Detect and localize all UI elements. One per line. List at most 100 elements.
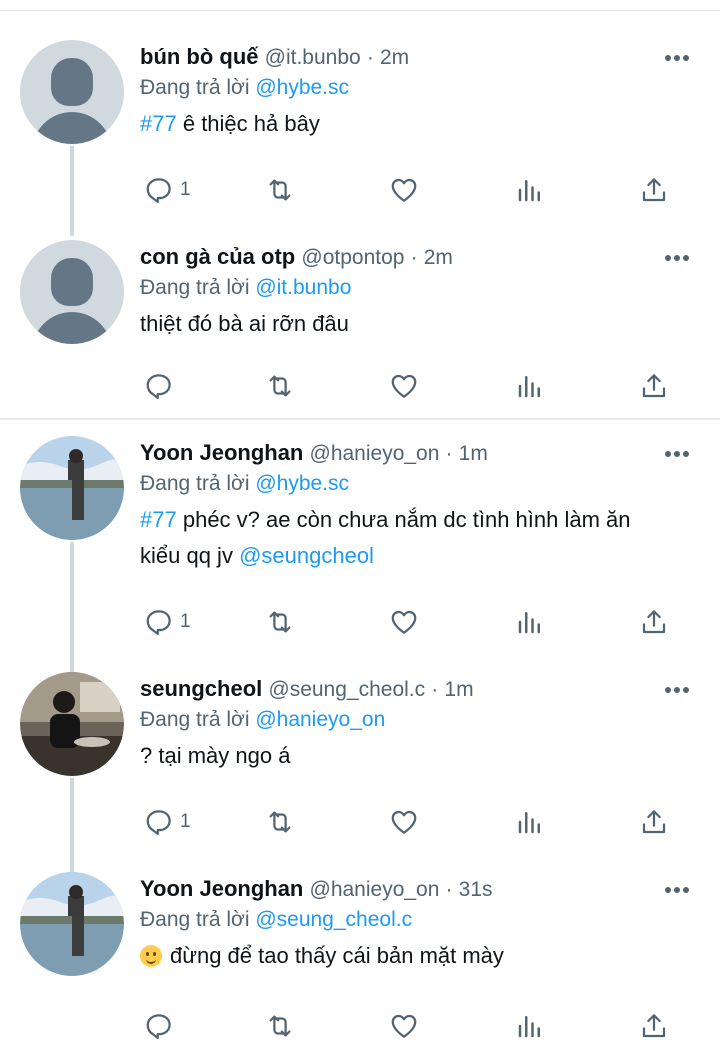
views-button[interactable] (515, 602, 545, 642)
timestamp[interactable]: 2m (424, 246, 453, 269)
share-icon (642, 178, 666, 202)
share-button[interactable] (639, 1006, 669, 1046)
reply-icon (146, 178, 171, 203)
more-icon[interactable] (664, 886, 690, 894)
timestamp[interactable]: 1m (444, 678, 473, 701)
views-icon (518, 812, 540, 834)
heart-icon (391, 374, 417, 398)
share-button[interactable] (639, 170, 669, 210)
display-name[interactable]: Yoon Jeonghan (140, 440, 303, 465)
action-bar: 1 (140, 602, 700, 642)
views-icon (518, 376, 540, 398)
share-button[interactable] (639, 602, 669, 642)
display-name[interactable]: con gà của otp (140, 244, 295, 269)
separator-dot: · (445, 442, 453, 465)
thread-divider (0, 418, 720, 420)
timestamp[interactable]: 31s (459, 878, 493, 901)
more-icon[interactable] (664, 54, 690, 62)
display-name[interactable]: seungcheol (140, 676, 262, 701)
tweet-text: #77 ê thiệc hả bây (140, 106, 700, 142)
more-icon[interactable] (664, 686, 690, 694)
replying-to-mention[interactable]: @hanieyo_on (255, 708, 385, 731)
thread-line (70, 778, 74, 872)
share-icon (642, 810, 666, 834)
like-button[interactable] (389, 1006, 419, 1046)
action-bar (140, 1006, 700, 1046)
more-icon[interactable] (664, 450, 690, 458)
retweet-icon (269, 179, 291, 201)
tweet-text: đừng để tao thấy cái bản mặt mày (140, 938, 700, 974)
replying-to-mention[interactable]: @it.bunbo (255, 276, 351, 299)
timestamp[interactable]: 2m (380, 46, 409, 69)
reply-button[interactable]: 1 (144, 802, 191, 842)
replying-to-label: Đang trả lời (140, 472, 250, 495)
timestamp[interactable]: 1m (459, 442, 488, 465)
like-button[interactable] (389, 602, 419, 642)
share-button[interactable] (639, 802, 669, 842)
reply-icon (146, 374, 171, 399)
retweet-icon (269, 375, 291, 397)
slightly-smiling-face-icon (140, 945, 162, 967)
views-icon (518, 180, 540, 202)
reply-button[interactable] (144, 366, 174, 406)
reply-icon (146, 810, 171, 835)
handle[interactable]: @otpontop (301, 246, 404, 269)
avatar[interactable] (20, 872, 124, 976)
views-button[interactable] (515, 366, 545, 406)
views-button[interactable] (515, 1006, 545, 1046)
handle[interactable]: @it.bunbo (265, 46, 361, 69)
share-icon (642, 1014, 666, 1038)
retweet-button[interactable] (265, 1006, 295, 1046)
replying-to-label: Đang trả lời (140, 908, 250, 931)
views-icon (518, 612, 540, 634)
handle[interactable]: @hanieyo_on (310, 878, 440, 901)
retweet-button[interactable] (265, 602, 295, 642)
display-name[interactable]: Yoon Jeonghan (140, 876, 303, 901)
avatar[interactable] (20, 672, 124, 776)
hashtag[interactable]: #77 (140, 111, 177, 136)
tweet-text: ? tại mày ngo á (140, 738, 700, 774)
reply-button[interactable]: 1 (144, 170, 191, 210)
like-button[interactable] (389, 366, 419, 406)
reply-icon (146, 1014, 171, 1039)
tweet-body: đừng để tao thấy cái bản mặt mày (170, 943, 504, 968)
display-name[interactable]: bún bò quế (140, 44, 259, 69)
replying-to-label: Đang trả lời (140, 708, 250, 731)
thread-line (70, 146, 74, 236)
mention-link[interactable]: @seungcheol (239, 543, 374, 568)
views-button[interactable] (515, 802, 545, 842)
retweet-icon (269, 611, 291, 633)
thread-line (70, 542, 74, 674)
heart-icon (391, 810, 417, 834)
reply-button[interactable]: 1 (144, 602, 191, 642)
replying-to-mention[interactable]: @hybe.sc (255, 472, 349, 495)
retweet-button[interactable] (265, 366, 295, 406)
replying-to: Đang trả lời @hybe.sc (140, 74, 700, 102)
replying-to-mention[interactable]: @hybe.sc (255, 76, 349, 99)
views-button[interactable] (515, 170, 545, 210)
retweet-button[interactable] (265, 170, 295, 210)
reply-button[interactable] (144, 1006, 174, 1046)
avatar[interactable] (20, 240, 124, 344)
like-button[interactable] (389, 802, 419, 842)
replying-to: Đang trả lời @seung_cheol.c (140, 906, 700, 934)
share-icon (642, 610, 666, 634)
handle[interactable]: @seung_cheol.c (268, 678, 425, 701)
like-button[interactable] (389, 170, 419, 210)
avatar[interactable] (20, 40, 124, 144)
separator-dot: · (445, 878, 453, 901)
retweet-button[interactable] (265, 802, 295, 842)
share-icon (642, 374, 666, 398)
share-button[interactable] (639, 366, 669, 406)
handle[interactable]: @hanieyo_on (310, 442, 440, 465)
tweet-body-line2: kiểu qq jv (140, 543, 233, 568)
reply-count: 1 (180, 611, 191, 632)
retweet-icon (269, 811, 291, 833)
replying-to: Đang trả lời @hanieyo_on (140, 706, 700, 734)
more-icon[interactable] (664, 254, 690, 262)
tweet-text: #77 phéc v? ae còn chưa nắm dc tình hình… (140, 502, 700, 574)
hashtag[interactable]: #77 (140, 507, 177, 532)
avatar[interactable] (20, 436, 124, 540)
replying-to-mention[interactable]: @seung_cheol.c (255, 908, 412, 931)
views-icon (518, 1016, 540, 1038)
